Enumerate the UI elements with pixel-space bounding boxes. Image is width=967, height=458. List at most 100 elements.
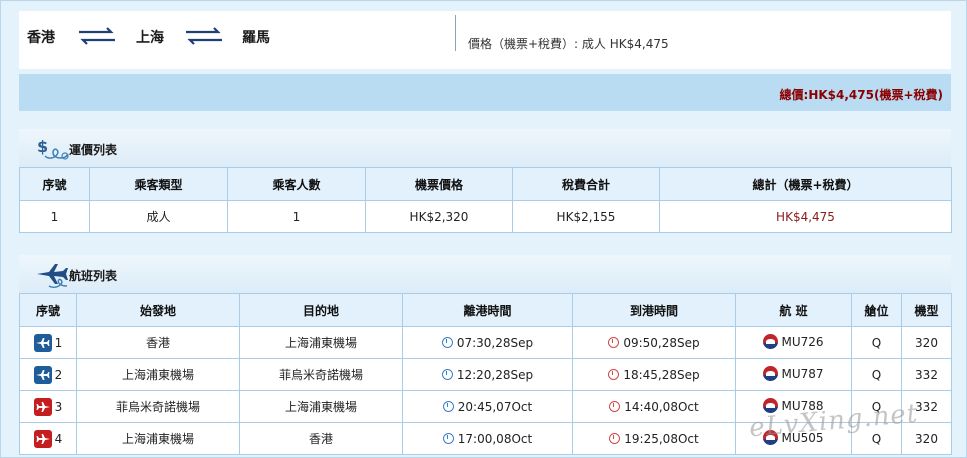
fare-col-seq: 序號 <box>19 167 90 201</box>
flight-col-cabin: 艙位 <box>851 293 902 327</box>
table-row: 3 菲烏米奇諾機場 上海浦東機場 20:45,07Oct 14:40,08Oct… <box>19 390 952 423</box>
flight-origin: 上海浦東機場 <box>76 358 240 391</box>
flight-destination: 香港 <box>239 422 403 455</box>
flight-number: MU787 <box>781 367 824 381</box>
flight-col-origin: 始發地 <box>76 293 240 327</box>
flight-arrival: 14:40,08Oct <box>624 399 699 414</box>
clock-icon <box>442 432 454 444</box>
fare-seq: 1 <box>19 200 90 233</box>
flight-number: MU788 <box>781 399 824 413</box>
flight-origin: 香港 <box>76 326 240 359</box>
flight-departure: 12:20,28Sep <box>456 367 534 382</box>
table-row: 4 上海浦東機場 香港 17:00,08Oct 19:25,08Oct MU50… <box>19 422 952 455</box>
flight-departure: 20:45,07Oct <box>457 399 533 414</box>
flight-number-cell: MU505 <box>735 422 852 455</box>
flight-section: 航班列表 序號 始發地 目的地 離港時間 到港時間 航 班 艙位 機型 1 香港… <box>19 255 952 455</box>
flight-seq: 1 <box>54 335 63 350</box>
flight-origin: 菲烏米奇諾機場 <box>76 390 240 423</box>
clock-icon <box>442 400 454 412</box>
swap-arrows-icon <box>79 27 115 45</box>
flight-cabin: Q <box>851 326 902 359</box>
fare-grand-total: HK$4,475 <box>659 200 952 233</box>
airline-logo-icon <box>763 398 779 413</box>
flight-col-flight-no: 航 班 <box>735 293 852 327</box>
table-row: 1 香港 上海浦東機場 07:30,28Sep 09:50,28Sep MU72… <box>19 326 952 359</box>
svg-text:$: $ <box>37 137 48 156</box>
flight-number-cell: MU788 <box>735 390 852 423</box>
flight-section-header: 航班列表 <box>19 255 951 293</box>
route-divider <box>455 15 456 51</box>
flight-arrival: 18:45,28Sep <box>623 367 700 382</box>
flight-col-destination: 目的地 <box>239 293 403 327</box>
table-row: 1 成人 1 HK$2,320 HK$2,155 HK$4,475 <box>19 200 952 233</box>
flight-departure-cell: 17:00,08Oct <box>402 422 573 455</box>
flight-seq-cell: 3 <box>19 390 77 423</box>
origin-city: 香港 <box>27 30 55 46</box>
clock-icon <box>609 400 621 412</box>
flight-arrival-cell: 19:25,08Oct <box>572 422 736 455</box>
fare-col-ticket-price: 機票價格 <box>365 167 513 201</box>
fare-table-header-row: 序號 乘客類型 乘客人數 機票價格 稅費合計 總計（機票+稅費） <box>19 167 952 201</box>
fare-section-title: 運價列表 <box>69 143 118 157</box>
clock-icon <box>608 368 620 380</box>
fare-section: $ 運價列表 序號 乘客類型 乘客人數 機票價格 稅費合計 總計（機票+稅費） <box>19 129 952 233</box>
fare-section-header: $ 運價列表 <box>19 129 951 167</box>
booking-summary-frame: 香港 上海 羅馬 價格（機票+稅費）: 成人 HK$4,475 總價:HK$4,… <box>0 0 967 458</box>
destination-city: 羅馬 <box>242 30 270 46</box>
flight-aircraft: 332 <box>901 358 952 391</box>
flight-table: 序號 始發地 目的地 離港時間 到港時間 航 班 艙位 機型 1 香港 上海浦東… <box>19 293 952 455</box>
airline-logo-icon <box>763 430 779 445</box>
flight-arrival-cell: 09:50,28Sep <box>572 326 736 359</box>
total-bar: 總價:HK$4,475(機票+稅費) <box>19 74 951 111</box>
flight-number-cell: MU787 <box>735 358 852 391</box>
flight-cabin: Q <box>851 390 902 423</box>
airplane-loop-icon <box>37 264 68 289</box>
total-price: 總價:HK$4,475(機票+稅費) <box>779 88 943 102</box>
fare-table: 序號 乘客類型 乘客人數 機票價格 稅費合計 總計（機票+稅費） 1 成人 1 … <box>19 167 952 233</box>
flight-seq-cell: 1 <box>19 326 77 359</box>
flight-departure-cell: 07:30,28Sep <box>402 326 573 359</box>
flight-departure-cell: 20:45,07Oct <box>402 390 573 423</box>
fare-ticket-price: HK$2,320 <box>365 200 513 233</box>
swap-arrows-icon <box>186 27 222 45</box>
via-city: 上海 <box>136 30 164 46</box>
outbound-plane-icon <box>33 365 52 384</box>
flight-aircraft: 332 <box>901 390 952 423</box>
clock-icon <box>609 432 621 444</box>
flight-table-header-row: 序號 始發地 目的地 離港時間 到港時間 航 班 艙位 機型 <box>19 293 952 327</box>
flight-arrival: 19:25,08Oct <box>624 431 699 446</box>
fare-col-grand-total: 總計（機票+稅費） <box>659 167 952 201</box>
flight-col-seq: 序號 <box>19 293 77 327</box>
route-header: 香港 上海 羅馬 價格（機票+稅費）: 成人 HK$4,475 <box>19 11 951 69</box>
flight-col-departure: 離港時間 <box>402 293 573 327</box>
fare-passenger-type: 成人 <box>89 200 228 233</box>
flight-aircraft: 320 <box>901 422 952 455</box>
flight-seq: 3 <box>54 399 63 414</box>
flight-col-aircraft: 機型 <box>901 293 952 327</box>
flight-number-cell: MU726 <box>735 326 852 359</box>
fare-col-passenger-type: 乘客類型 <box>89 167 228 201</box>
flight-arrival-cell: 14:40,08Oct <box>572 390 736 423</box>
fare-passenger-count: 1 <box>227 200 366 233</box>
flight-destination: 上海浦東機場 <box>239 390 403 423</box>
flight-arrival: 09:50,28Sep <box>623 335 700 350</box>
table-row: 2 上海浦東機場 菲烏米奇諾機場 12:20,28Sep 18:45,28Sep… <box>19 358 952 391</box>
flight-col-arrival: 到港時間 <box>572 293 736 327</box>
flight-destination: 上海浦東機場 <box>239 326 403 359</box>
airline-logo-icon <box>763 366 779 381</box>
clock-icon <box>608 336 620 348</box>
flight-destination: 菲烏米奇諾機場 <box>239 358 403 391</box>
flight-departure: 17:00,08Oct <box>457 431 533 446</box>
flight-number: MU726 <box>781 335 824 349</box>
flight-aircraft: 320 <box>901 326 952 359</box>
flight-cabin: Q <box>851 358 902 391</box>
dollar-loop-icon: $ <box>37 137 69 160</box>
flight-departure-cell: 12:20,28Sep <box>402 358 573 391</box>
flight-section-title: 航班列表 <box>69 269 118 283</box>
flight-origin: 上海浦東機場 <box>76 422 240 455</box>
fare-tax-total: HK$2,155 <box>512 200 660 233</box>
return-plane-icon <box>33 397 52 416</box>
flight-seq-cell: 2 <box>19 358 77 391</box>
outbound-plane-icon <box>33 333 52 352</box>
airline-logo-icon <box>763 334 779 349</box>
